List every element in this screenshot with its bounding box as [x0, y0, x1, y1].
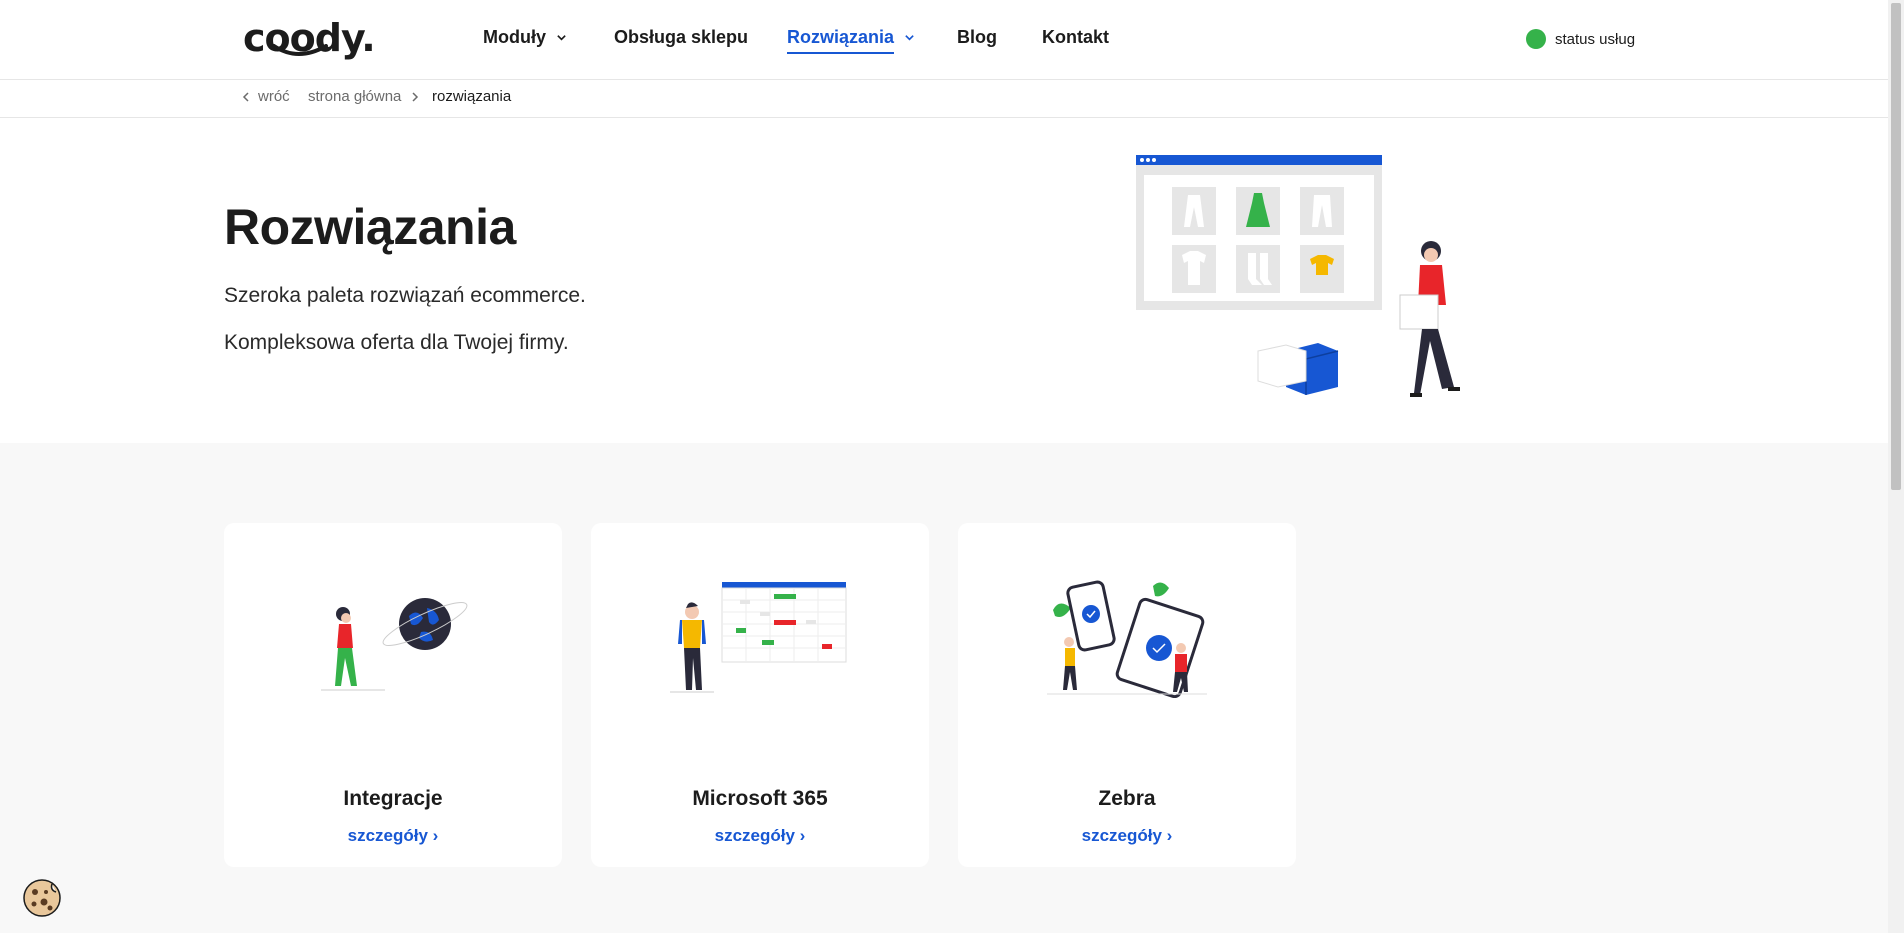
card-details-link[interactable]: szczegóły ›: [224, 826, 562, 846]
nav-obsluga-sklepu[interactable]: Obsługa sklepu: [614, 27, 748, 48]
logo-smile-icon: [272, 44, 328, 56]
nav-blog[interactable]: Blog: [957, 27, 997, 48]
nav-label: Obsługa sklepu: [614, 27, 749, 47]
page-scrollbar[interactable]: [1888, 0, 1904, 933]
zebra-illustration: [1047, 580, 1207, 698]
nav-label: Rozwiązania: [787, 27, 895, 54]
hero-subtitle-1: Szeroka paleta rozwiązań ecommerce.: [224, 284, 586, 307]
card-integracje[interactable]: Integracje szczegóły ›: [224, 523, 562, 867]
card-zebra[interactable]: Zebra szczegóły ›: [958, 523, 1296, 867]
card-title: Microsoft 365: [692, 787, 828, 810]
status-link[interactable]: status usług: [1526, 29, 1635, 49]
hero-section: Rozwiązania Szeroka paleta rozwiązań eco…: [0, 118, 1888, 443]
hero-illustration: [1136, 155, 1460, 397]
nav-label: Kontakt: [1042, 27, 1109, 47]
nav-kontakt[interactable]: Kontakt: [1042, 27, 1109, 48]
card-title: Zebra: [1098, 787, 1156, 810]
page-title: Rozwiązania: [224, 199, 516, 255]
nav-rozwiazania[interactable]: Rozwiązania: [787, 27, 915, 54]
hero-subtitle-2: Kompleksowa oferta dla Twojej firmy.: [224, 331, 569, 354]
nav-label: Moduły: [483, 27, 546, 47]
cookie-icon[interactable]: [22, 878, 62, 918]
nav-label: Blog: [957, 27, 997, 47]
card-details-link[interactable]: szczegóły ›: [591, 826, 929, 846]
card-title: Integracje: [343, 787, 443, 810]
integrations-illustration: [321, 598, 468, 691]
chevron-down-icon: [905, 35, 914, 41]
chevron-right-icon: [412, 91, 419, 102]
card-details-link[interactable]: szczegóły ›: [958, 826, 1296, 846]
chevron-left-icon: [242, 91, 249, 102]
chevron-down-icon: [557, 35, 566, 41]
status-label: status usług: [1555, 30, 1636, 48]
status-dot-icon: [1526, 29, 1546, 49]
breadcrumb-back-label: wróć: [258, 88, 290, 105]
site-header: coody. Moduły Obsługa sklepu Rozwiązania…: [0, 0, 1888, 80]
breadcrumb-home-label: strona główna: [308, 88, 402, 105]
card-microsoft-365[interactable]: Microsoft 365 szczegóły ›: [591, 523, 929, 867]
breadcrumb-current-label: rozwiązania: [432, 88, 512, 105]
breadcrumb-home[interactable]: strona główna: [308, 88, 419, 105]
scrollbar-thumb[interactable]: [1891, 3, 1901, 490]
nav-moduly[interactable]: Moduły: [483, 27, 567, 48]
breadcrumb-back[interactable]: wróć: [242, 88, 290, 105]
breadcrumb-current: rozwiązania: [432, 88, 511, 105]
solutions-section: Integracje szczegóły › Microsoft 365 szc…: [0, 443, 1888, 933]
breadcrumb: wróć strona główna rozwiązania: [0, 80, 1888, 118]
microsoft-365-illustration: [670, 582, 847, 693]
